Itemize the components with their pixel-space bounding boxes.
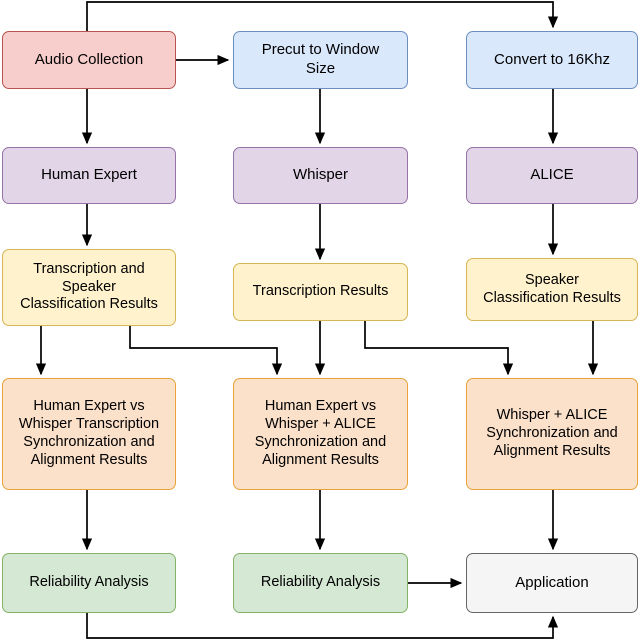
e-audio-to-convert: [86, 1, 559, 31]
node-label-whisper: Whisper: [292, 166, 348, 184]
e-whisperres-to-sync3: [364, 321, 514, 376]
node-label-human_results: Transcription and Speaker Classification…: [20, 260, 158, 313]
node-label-alice_results: Speaker Classification Results: [483, 271, 621, 306]
node-convert_16khz[interactable]: Convert to 16Khz: [466, 31, 638, 89]
node-label-precut_window: Precut to Window Size: [261, 41, 380, 77]
node-label-audio_collection: Audio Collection: [34, 50, 144, 68]
flowchart-canvas: Audio Collection Precut to Window Size Con…: [0, 0, 640, 642]
node-sync_he_wa[interactable]: Human Expert vs Whisper + ALICE Synchron…: [233, 378, 408, 490]
node-label-sync_w_alice: Whisper + ALICE Synchronization and Alig…: [486, 407, 618, 459]
e-humanres-to-sync2: [129, 326, 283, 376]
node-label-application: Application: [515, 573, 589, 591]
node-alice_results[interactable]: Speaker Classification Results: [466, 258, 638, 321]
e-rel1-to-app: [86, 613, 559, 639]
node-reliability_mid[interactable]: Reliability Analysis: [233, 553, 408, 613]
node-sync_he_whisper[interactable]: Human Expert vs Whisper Transcription Sy…: [2, 378, 176, 490]
node-whisper[interactable]: Whisper: [233, 147, 408, 204]
node-human_expert[interactable]: Human Expert: [2, 147, 176, 204]
node-whisper_results[interactable]: Transcription Results: [233, 263, 408, 321]
node-label-sync_he_whisper: Human Expert vs Whisper Transcription Sy…: [18, 398, 160, 468]
node-label-convert_16khz: Convert to 16Khz: [494, 50, 610, 68]
node-alice[interactable]: ALICE: [466, 147, 638, 204]
node-sync_w_alice[interactable]: Whisper + ALICE Synchronization and Alig…: [466, 378, 638, 490]
node-label-reliability_left: Reliability Analysis: [29, 574, 149, 591]
node-label-alice: ALICE: [530, 166, 574, 184]
node-audio_collection[interactable]: Audio Collection: [2, 31, 176, 89]
node-precut_window[interactable]: Precut to Window Size: [233, 31, 408, 89]
node-label-whisper_results: Transcription Results: [252, 283, 389, 300]
node-label-reliability_mid: Reliability Analysis: [260, 574, 381, 591]
node-label-human_expert: Human Expert: [41, 166, 137, 184]
node-human_results[interactable]: Transcription and Speaker Classification…: [2, 249, 176, 326]
node-label-sync_he_wa: Human Expert vs Whisper + ALICE Synchron…: [254, 398, 387, 468]
node-application[interactable]: Application: [466, 553, 638, 613]
node-reliability_left[interactable]: Reliability Analysis: [2, 553, 176, 613]
